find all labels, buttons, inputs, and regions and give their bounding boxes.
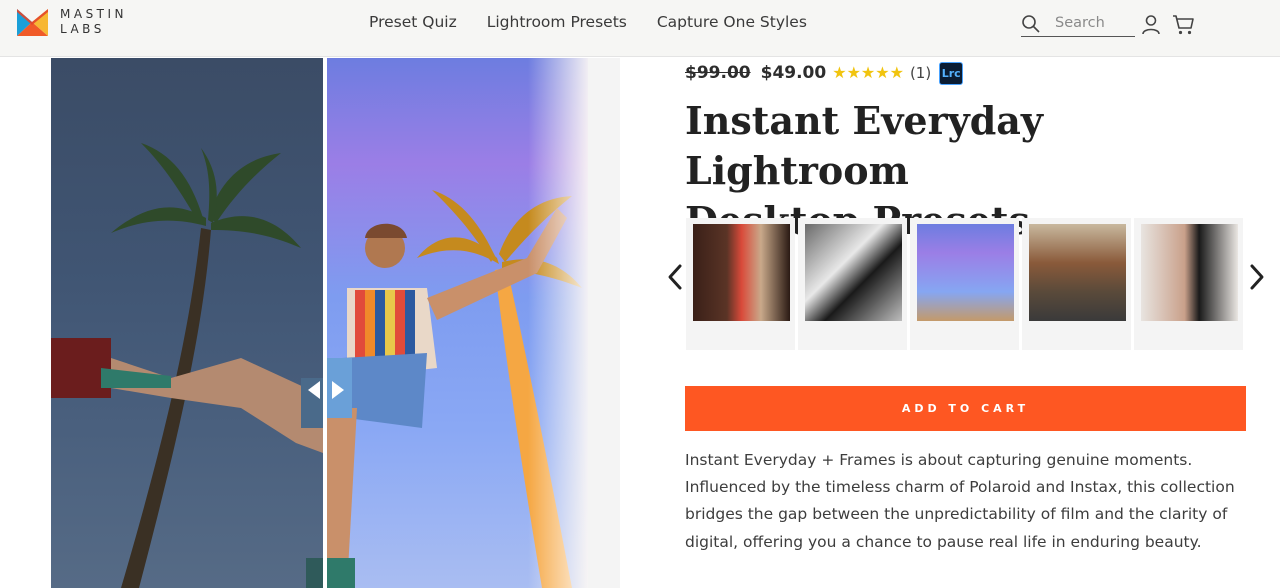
thumbnail-image — [1029, 224, 1126, 321]
after-image-light-leak — [528, 58, 588, 588]
rating-stars[interactable]: ★★★★★ — [832, 63, 904, 83]
sale-price: $49.00 — [760, 63, 827, 83]
review-count[interactable]: (1) — [910, 64, 931, 82]
before-after-comparison[interactable] — [51, 58, 588, 588]
add-to-cart-button[interactable]: ADD TO CART — [685, 386, 1246, 431]
product-title-line1: Instant Everyday Lightroom — [685, 98, 1043, 193]
nav-preset-quiz[interactable]: Preset Quiz — [369, 13, 457, 31]
after-image — [327, 58, 588, 588]
comparison-divider[interactable] — [323, 58, 327, 588]
lightroom-classic-badge: Lrc — [939, 61, 964, 85]
search-box[interactable] — [1021, 12, 1135, 37]
nav-lightroom-presets[interactable]: Lightroom Presets — [487, 13, 627, 31]
thumbnail[interactable] — [910, 218, 1019, 350]
cart-icon[interactable] — [1172, 14, 1195, 36]
site-header: MASTIN LABS Preset Quiz Lightroom Preset… — [0, 0, 1280, 57]
thumbnail[interactable] — [1134, 218, 1243, 350]
account-icon[interactable] — [1141, 14, 1161, 35]
nav-capture-one-styles[interactable]: Capture One Styles — [657, 13, 807, 31]
compare-arrows-icon[interactable] — [308, 381, 344, 399]
gallery-edge — [588, 58, 620, 588]
before-image — [51, 58, 323, 588]
thumbnail[interactable] — [686, 218, 795, 350]
thumbnail-carousel — [686, 218, 1245, 350]
thumbnail-image — [693, 224, 790, 321]
thumbnail-image — [917, 224, 1014, 321]
thumbnail[interactable] — [1022, 218, 1131, 350]
logo-line1: MASTIN — [60, 7, 128, 21]
price-row: $99.00 $49.00 ★★★★★ (1) Lrc — [685, 61, 964, 85]
search-input[interactable] — [1055, 13, 1133, 33]
thumbnail[interactable] — [798, 218, 907, 350]
thumbnail-image — [805, 224, 902, 321]
chevron-left-icon[interactable] — [666, 263, 684, 291]
original-price: $99.00 — [685, 63, 751, 83]
mastin-labs-logo[interactable] — [17, 9, 48, 36]
thumbnail-image — [1141, 224, 1238, 321]
product-description: Instant Everyday + Frames is about captu… — [685, 451, 1235, 551]
logo-line2: LABS — [60, 22, 105, 36]
chevron-right-icon[interactable] — [1248, 263, 1266, 291]
logo-text[interactable]: MASTIN LABS — [60, 7, 127, 37]
before-scene — [51, 143, 323, 588]
main-nav: Preset Quiz Lightroom Presets Capture On… — [369, 13, 807, 31]
search-icon[interactable] — [1021, 14, 1041, 34]
